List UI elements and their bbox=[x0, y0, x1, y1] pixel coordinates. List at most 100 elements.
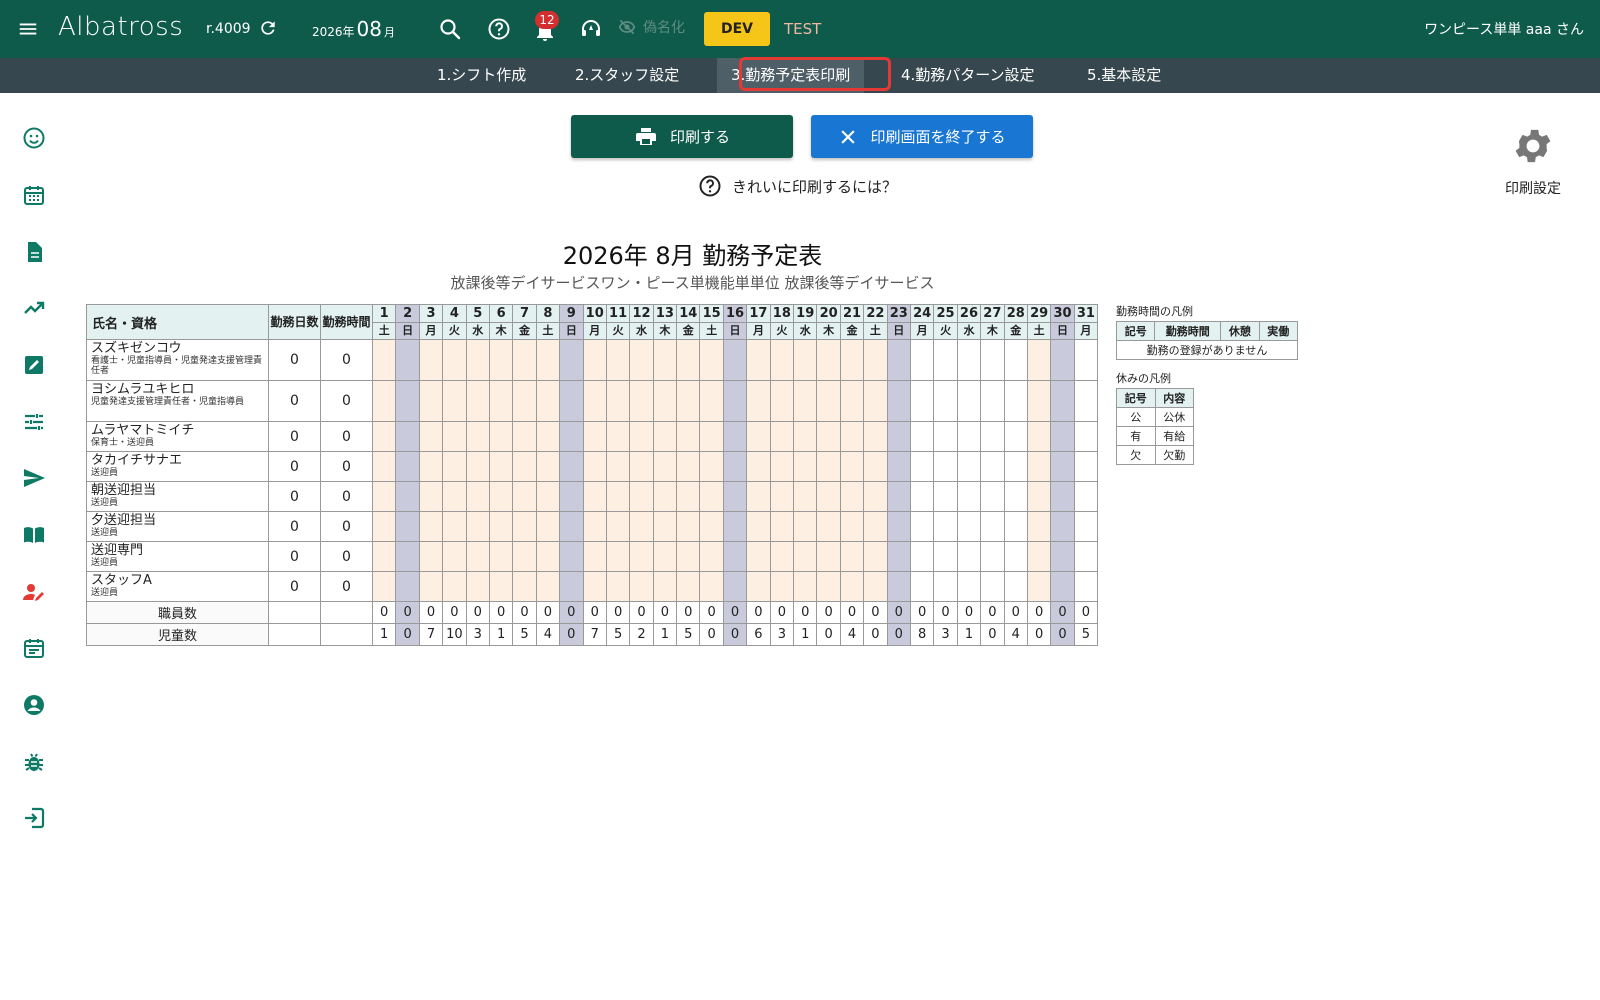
shift-cell[interactable] bbox=[1050, 571, 1075, 602]
shift-cell[interactable] bbox=[512, 571, 537, 602]
shift-cell[interactable] bbox=[512, 339, 537, 381]
shift-cell[interactable] bbox=[582, 451, 607, 482]
shift-cell[interactable] bbox=[909, 421, 935, 452]
shift-cell[interactable] bbox=[465, 451, 490, 482]
shift-cell[interactable] bbox=[1050, 541, 1075, 572]
shift-cell[interactable] bbox=[629, 421, 654, 452]
shift-cell[interactable] bbox=[652, 481, 678, 512]
shift-cell[interactable] bbox=[1003, 481, 1028, 512]
shift-cell[interactable] bbox=[1050, 451, 1075, 482]
shift-cell[interactable] bbox=[488, 511, 514, 542]
shift-cell[interactable] bbox=[839, 380, 865, 422]
shift-cell[interactable] bbox=[395, 421, 420, 452]
shift-cell[interactable] bbox=[605, 421, 631, 452]
menu-icon[interactable] bbox=[17, 18, 39, 40]
app-logo[interactable]: Albatross bbox=[58, 12, 183, 42]
shift-cell[interactable] bbox=[371, 421, 397, 452]
shift-cell[interactable] bbox=[488, 571, 514, 602]
shift-cell[interactable] bbox=[371, 380, 397, 422]
shift-cell[interactable] bbox=[1026, 451, 1052, 482]
shift-cell[interactable] bbox=[629, 451, 654, 482]
shift-cell[interactable] bbox=[465, 541, 490, 572]
shift-cell[interactable] bbox=[980, 339, 1005, 381]
shift-cell[interactable] bbox=[442, 380, 467, 422]
shift-cell[interactable] bbox=[980, 541, 1005, 572]
shift-cell[interactable] bbox=[418, 339, 444, 381]
shift-cell[interactable] bbox=[746, 511, 771, 542]
shift-cell[interactable] bbox=[933, 571, 958, 602]
shift-cell[interactable] bbox=[980, 511, 1005, 542]
shift-cell[interactable] bbox=[956, 571, 982, 602]
shift-cell[interactable] bbox=[816, 421, 841, 452]
shift-cell[interactable] bbox=[1050, 481, 1075, 512]
shift-cell[interactable] bbox=[488, 339, 514, 381]
shift-cell[interactable] bbox=[442, 481, 467, 512]
shift-cell[interactable] bbox=[722, 481, 748, 512]
shift-cell[interactable] bbox=[629, 571, 654, 602]
shift-cell[interactable] bbox=[1003, 511, 1028, 542]
shift-cell[interactable] bbox=[465, 571, 490, 602]
shift-cell[interactable] bbox=[1003, 421, 1028, 452]
shift-cell[interactable] bbox=[1073, 421, 1099, 452]
shift-cell[interactable] bbox=[605, 511, 631, 542]
shift-cell[interactable] bbox=[442, 571, 467, 602]
shift-cell[interactable] bbox=[395, 451, 420, 482]
pseudonymize-toggle[interactable]: 偽名化 bbox=[617, 17, 685, 37]
shift-cell[interactable] bbox=[722, 339, 748, 381]
shift-cell[interactable] bbox=[395, 339, 420, 381]
shift-cell[interactable] bbox=[1073, 380, 1099, 422]
shift-cell[interactable] bbox=[722, 380, 748, 422]
shift-cell[interactable] bbox=[863, 511, 888, 542]
shift-cell[interactable] bbox=[371, 481, 397, 512]
shift-cell[interactable] bbox=[676, 481, 701, 512]
shift-cell[interactable] bbox=[793, 421, 818, 452]
shift-cell[interactable] bbox=[793, 451, 818, 482]
shift-cell[interactable] bbox=[886, 339, 911, 381]
shift-cell[interactable] bbox=[629, 380, 654, 422]
shift-cell[interactable] bbox=[839, 421, 865, 452]
shift-cell[interactable] bbox=[746, 541, 771, 572]
shift-cell[interactable] bbox=[956, 481, 982, 512]
shift-cell[interactable] bbox=[746, 451, 771, 482]
shift-cell[interactable] bbox=[839, 339, 865, 381]
shift-cell[interactable] bbox=[371, 339, 397, 381]
tab-shift-create[interactable]: 1.シフト作成 bbox=[423, 58, 540, 93]
shift-cell[interactable] bbox=[699, 541, 724, 572]
shift-cell[interactable] bbox=[652, 421, 678, 452]
shift-cell[interactable] bbox=[582, 481, 607, 512]
shift-cell[interactable] bbox=[605, 571, 631, 602]
shift-cell[interactable] bbox=[605, 451, 631, 482]
shift-cell[interactable] bbox=[1026, 339, 1052, 381]
shift-cell[interactable] bbox=[652, 541, 678, 572]
shift-cell[interactable] bbox=[793, 511, 818, 542]
shift-cell[interactable] bbox=[863, 571, 888, 602]
shift-cell[interactable] bbox=[793, 481, 818, 512]
shift-cell[interactable] bbox=[488, 481, 514, 512]
shift-cell[interactable] bbox=[535, 421, 561, 452]
shift-cell[interactable] bbox=[512, 451, 537, 482]
shift-cell[interactable] bbox=[816, 380, 841, 422]
shift-cell[interactable] bbox=[793, 339, 818, 381]
shift-cell[interactable] bbox=[488, 451, 514, 482]
shift-cell[interactable] bbox=[676, 571, 701, 602]
shift-cell[interactable] bbox=[863, 421, 888, 452]
shift-cell[interactable] bbox=[839, 451, 865, 482]
shift-cell[interactable] bbox=[465, 421, 490, 452]
shift-cell[interactable] bbox=[582, 339, 607, 381]
shift-cell[interactable] bbox=[699, 571, 724, 602]
shift-cell[interactable] bbox=[1050, 339, 1075, 381]
shift-cell[interactable] bbox=[956, 421, 982, 452]
shift-cell[interactable] bbox=[512, 511, 537, 542]
shift-cell[interactable] bbox=[1073, 339, 1099, 381]
shift-cell[interactable] bbox=[535, 451, 561, 482]
shift-cell[interactable] bbox=[746, 380, 771, 422]
book-icon[interactable] bbox=[22, 523, 46, 547]
shift-cell[interactable] bbox=[1073, 541, 1099, 572]
bug-icon[interactable] bbox=[22, 750, 46, 774]
shift-cell[interactable] bbox=[933, 451, 958, 482]
shift-cell[interactable] bbox=[722, 511, 748, 542]
shift-cell[interactable] bbox=[418, 421, 444, 452]
shift-cell[interactable] bbox=[980, 380, 1005, 422]
shift-cell[interactable] bbox=[395, 380, 420, 422]
dev-environment-button[interactable]: DEV bbox=[704, 12, 770, 46]
